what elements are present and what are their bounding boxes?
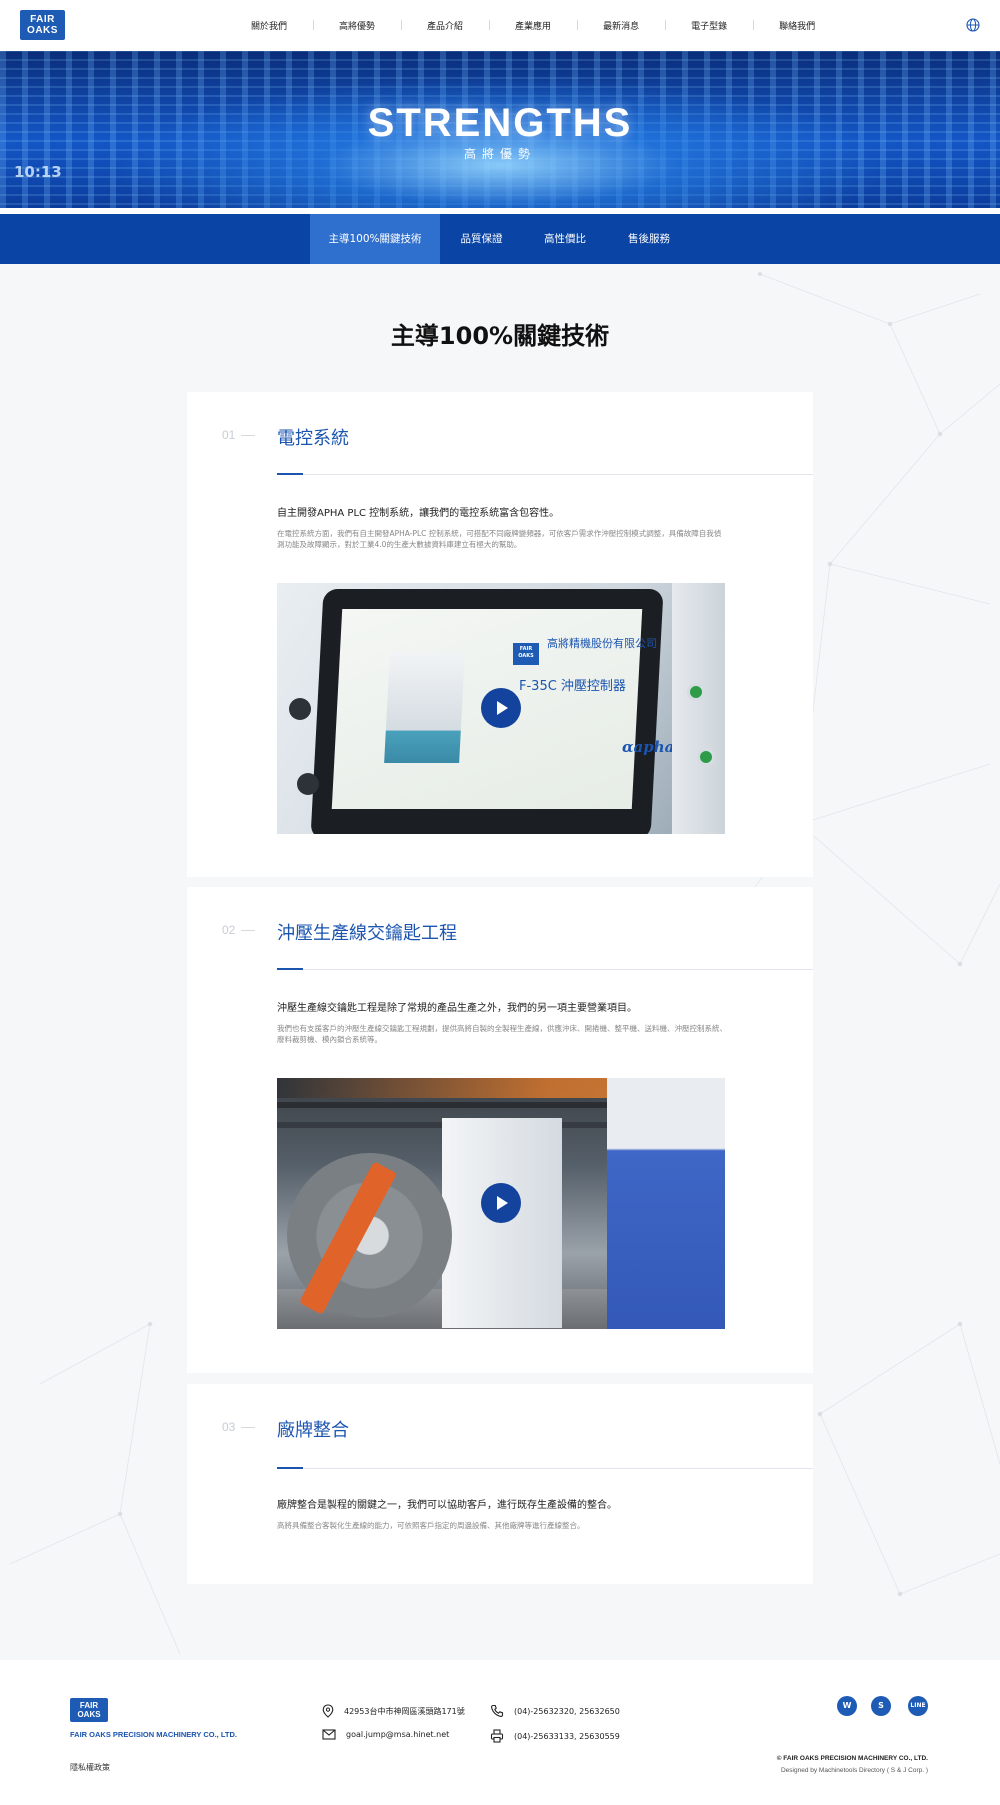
card-description: 高將具備整合客製化生產線的能力，可依照客戶指定的周邊設備、其他廠牌等進行產線整合…: [277, 1521, 585, 1530]
footer-fax: (04)-25633133, 25630559: [490, 1729, 620, 1743]
screen-product-text: F-35C 沖壓控制器: [519, 679, 626, 694]
nav-item-contact[interactable]: 聯絡我們: [753, 19, 841, 32]
press-machine-image: [442, 1118, 562, 1328]
nav-item-catalog[interactable]: 電子型錄: [665, 19, 753, 32]
footer-logo-bottom: OAKS: [77, 1710, 101, 1719]
controller-side-panel: [672, 583, 725, 834]
site-logo[interactable]: FAIR OAKS: [20, 10, 65, 40]
site-footer: FAIR OAKS FAIR OAKS PRECISION MACHINERY …: [0, 1660, 1000, 1805]
tab-after-sales[interactable]: 售後服務: [607, 214, 691, 264]
card-divider: [277, 473, 813, 475]
screen-brand-text: αapha: [622, 738, 675, 756]
footer-address: 42953台中市神岡區溪頭路171號: [322, 1704, 465, 1718]
hero-banner: 10:13 STRENGTHS 高將優勢: [0, 51, 1000, 214]
tab-cost-performance[interactable]: 高性價比: [523, 214, 607, 264]
panel-hole: [289, 698, 311, 720]
screen-logo: FAIR OAKS: [513, 643, 539, 665]
card-title: 電控系統: [277, 428, 349, 449]
main-nav: 關於我們 高將優勢 產品介紹 產業應用 最新消息 電子型錄 聯絡我們: [225, 0, 841, 51]
wechat-icon[interactable]: W: [837, 1696, 857, 1716]
card-description: 我們也有支援客戶的沖壓生產線交鑰匙工程規劃，提供高將自製的全製程生產線，供應沖床…: [277, 1024, 727, 1044]
card-description: 在電控系統方面，我們有自主開發APHA-PLC 控制系統，可搭配不同廠牌變頻器，…: [277, 529, 722, 549]
email-text: goal.jump@msa.hinet.net: [346, 1730, 450, 1739]
footer-email[interactable]: goal.jump@msa.hinet.net: [322, 1729, 449, 1740]
video-player-production-line[interactable]: [277, 1078, 725, 1329]
nav-item-news[interactable]: 最新消息: [577, 19, 665, 32]
press-machine-image: [384, 653, 465, 763]
logo-text-bottom: OAKS: [27, 25, 58, 36]
banner-corner-mark: 10:13: [14, 163, 62, 181]
machine-blue-panel: [607, 1078, 725, 1329]
card-number: 01: [222, 428, 255, 442]
green-button: [697, 748, 715, 766]
strength-card-1: 01 電控系統 自主開發APHA PLC 控制系統，讓我們的電控系統富含包容性。…: [187, 392, 813, 877]
card-divider: [277, 1467, 813, 1469]
green-button: [687, 683, 705, 701]
privacy-policy-link[interactable]: 隱私權政策: [70, 1762, 110, 1773]
footer-company-name: FAIR OAKS PRECISION MACHINERY CO., LTD.: [70, 1730, 237, 1739]
strength-card-2: 02 沖壓生產線交鑰匙工程 沖壓生產線交鑰匙工程是除了常規的產品生產之外，我們的…: [187, 887, 813, 1373]
tab-key-technology[interactable]: 主導100%關鍵技術: [310, 214, 440, 264]
card-lead: 沖壓生產線交鑰匙工程是除了常規的產品生產之外，我們的另一項主要營業項目。: [277, 1003, 637, 1014]
strength-card-3: 03 廠牌整合 廠牌整合是製程的關鍵之一，我們可以協助客戶，進行既存生產設備的整…: [187, 1384, 813, 1584]
card-lead: 自主開發APHA PLC 控制系統，讓我們的電控系統富含包容性。: [277, 508, 560, 519]
strengths-subnav: 主導100%關鍵技術 品質保證 高性價比 售後服務: [0, 214, 1000, 264]
play-icon[interactable]: [481, 688, 521, 728]
banner-subtitle: 高將優勢: [463, 147, 536, 161]
copyright-text: © FAIR OAKS PRECISION MACHINERY CO., LTD…: [776, 1755, 928, 1762]
mail-icon: [322, 1729, 336, 1740]
card-title: 廠牌整合: [277, 1420, 349, 1441]
tab-quality[interactable]: 品質保證: [440, 214, 523, 264]
designer-credit[interactable]: Designed by Machinetools Directory ( S &…: [781, 1767, 928, 1774]
section-title: 主導100%關鍵技術: [390, 322, 610, 350]
logo-text-top: FAIR: [30, 14, 55, 25]
footer-logo-top: FAIR: [79, 1701, 99, 1710]
play-icon[interactable]: [481, 1183, 521, 1223]
line-icon[interactable]: LINE: [908, 1696, 928, 1716]
nav-item-strengths[interactable]: 高將優勢: [313, 19, 401, 32]
footer-phone[interactable]: (04)-25632320, 25632650: [490, 1704, 620, 1718]
location-pin-icon: [322, 1704, 334, 1718]
site-header: FAIR OAKS 關於我們 高將優勢 產品介紹 產業應用 最新消息 電子型錄 …: [0, 0, 1000, 51]
fax-text: (04)-25633133, 25630559: [514, 1731, 620, 1741]
card-lead: 廠牌整合是製程的關鍵之一，我們可以協助客戶，進行既存生產設備的整合。: [277, 1500, 617, 1511]
screen-company-text: 高將精機股份有限公司: [547, 637, 657, 650]
footer-logo[interactable]: FAIR OAKS: [70, 1698, 108, 1722]
printer-icon: [490, 1729, 504, 1743]
nav-item-products[interactable]: 產品介紹: [401, 19, 489, 32]
phone-icon: [491, 1704, 504, 1717]
nav-item-about[interactable]: 關於我們: [225, 19, 313, 32]
banner-title: STRENGTHS: [367, 101, 633, 145]
card-title: 沖壓生產線交鑰匙工程: [277, 923, 457, 944]
card-number: 02: [222, 923, 255, 937]
panel-hole: [297, 773, 319, 795]
globe-icon[interactable]: [966, 18, 980, 32]
nav-item-applications[interactable]: 產業應用: [489, 19, 577, 32]
address-text: 42953台中市神岡區溪頭路171號: [344, 1706, 465, 1716]
video-player-plc[interactable]: FAIR OAKS 高將精機股份有限公司 F-35C 沖壓控制器 αapha: [277, 583, 725, 834]
card-number: 03: [222, 1420, 255, 1434]
phone-text: (04)-25632320, 25632650: [514, 1706, 620, 1716]
skype-icon[interactable]: S: [871, 1696, 891, 1716]
card-divider: [277, 968, 813, 970]
